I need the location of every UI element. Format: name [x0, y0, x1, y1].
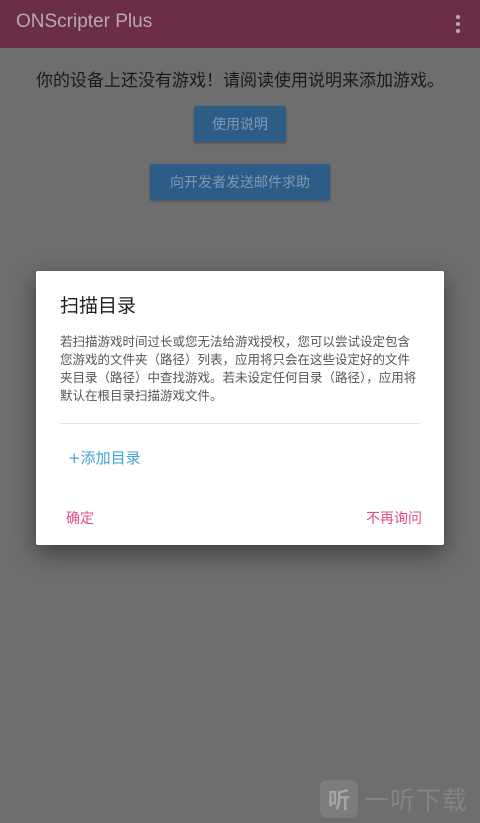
- confirm-button[interactable]: 确定: [66, 508, 94, 528]
- watermark-text: 一听下载: [364, 786, 469, 815]
- dialog-title: 扫描目录: [60, 295, 137, 317]
- app-bar: ONScripter Plus: [0, 0, 480, 48]
- watermark: 听 一听下载: [320, 779, 478, 819]
- email-developer-button[interactable]: 向开发者发送邮件求助: [150, 164, 330, 200]
- add-directory-button[interactable]: +添加目录: [68, 447, 141, 468]
- help-button[interactable]: 使用说明: [194, 106, 286, 142]
- no-games-message: 你的设备上还没有游戏！请阅读使用说明来添加游戏。: [36, 71, 444, 91]
- more-options-icon[interactable]: [446, 10, 470, 38]
- screen: ONScripter Plus 你的设备上还没有游戏！请阅读使用说明来添加游戏。…: [0, 0, 480, 823]
- divider: [60, 423, 420, 424]
- never-ask-button[interactable]: 不再询问: [366, 508, 422, 528]
- dialog-body: 若扫描游戏时间过长或您无法给游戏授权，您可以尝试设定包含您游戏的文件夹（路径）列…: [60, 334, 417, 403]
- app-title: ONScripter Plus: [16, 11, 153, 32]
- watermark-logo-icon: 听: [320, 780, 358, 818]
- scan-directory-dialog: 扫描目录 若扫描游戏时间过长或您无法给游戏授权，您可以尝试设定包含您游戏的文件夹…: [36, 271, 444, 545]
